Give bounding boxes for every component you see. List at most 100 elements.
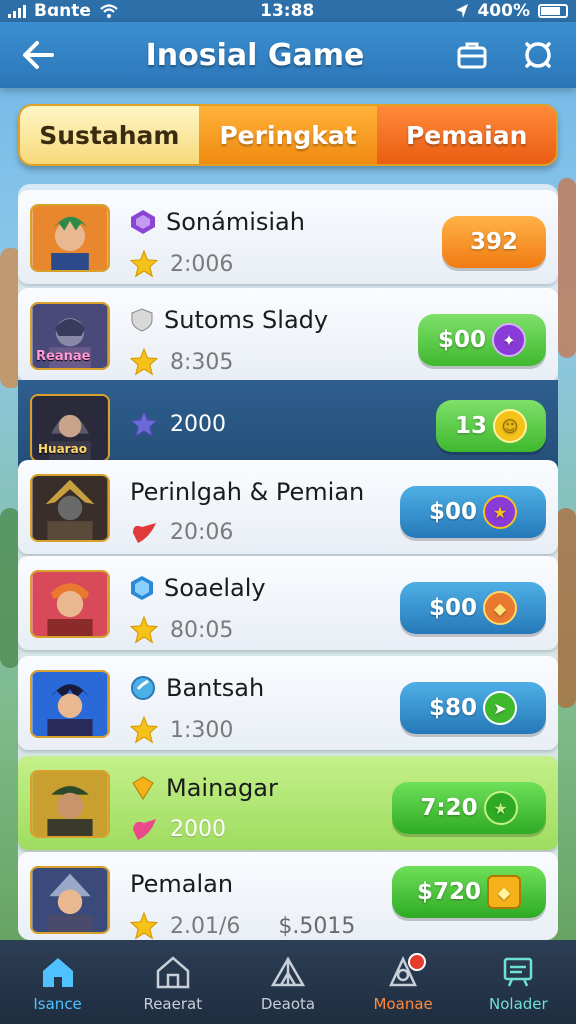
tab-bar: Sustaham Peringkat Pemaian bbox=[18, 104, 558, 166]
nav-deaota[interactable]: Deaota bbox=[233, 955, 343, 1013]
list-item[interactable]: Perinlgah & Pemian 20:06 $00 ★ bbox=[18, 460, 558, 554]
carrier-label: Bɑnte bbox=[34, 1, 91, 21]
avatar bbox=[30, 770, 110, 838]
search-button[interactable] bbox=[518, 35, 558, 75]
star-icon bbox=[130, 250, 158, 278]
reward-button[interactable]: $00 ✦ bbox=[418, 314, 546, 366]
reward-value: $720 bbox=[416, 879, 481, 905]
tab-peringkat[interactable]: Peringkat bbox=[198, 106, 378, 164]
blue-check-icon bbox=[131, 676, 155, 700]
reward-button[interactable]: $720 ◆ bbox=[392, 866, 546, 918]
avatar: Huarao bbox=[30, 394, 110, 462]
location-icon bbox=[456, 4, 469, 18]
avatar bbox=[30, 570, 110, 638]
gold-badge-icon bbox=[132, 776, 154, 800]
list-item[interactable]: Soaelaly 80:05 $00 ◆ bbox=[18, 556, 558, 650]
leaderboard-board-icon bbox=[504, 957, 533, 987]
reward-button[interactable]: 7:20 ★ bbox=[392, 782, 546, 834]
player-score: 2:006 bbox=[170, 251, 234, 277]
player-name: Bantsah bbox=[166, 674, 265, 702]
nav-nolader[interactable]: Nolader bbox=[463, 955, 573, 1013]
reward-value: 392 bbox=[469, 229, 518, 255]
list-item[interactable]: Sonámisiah 2:006 392 bbox=[18, 190, 558, 284]
player-extra-value: $.5015 bbox=[278, 913, 356, 939]
tent-icon bbox=[270, 956, 306, 987]
nav-home[interactable]: Isance bbox=[3, 955, 113, 1013]
player-name: Mainagar bbox=[166, 774, 278, 802]
player-name: Perinlgah & Pemian bbox=[130, 478, 365, 506]
signal-icon bbox=[8, 4, 26, 18]
nav-moanae[interactable]: Moanae bbox=[348, 953, 458, 1013]
nav-reaerat[interactable]: Reaerat bbox=[118, 955, 228, 1013]
reward-value: $00 bbox=[428, 499, 477, 525]
tab-sustaham[interactable]: Sustaham bbox=[20, 106, 199, 164]
nav-label: Moanae bbox=[373, 995, 433, 1013]
briefcase-icon bbox=[457, 42, 487, 69]
gold-coin-icon: ☺ bbox=[493, 409, 527, 443]
player-score: 2000 bbox=[170, 411, 226, 437]
player-score: 20:06 bbox=[170, 520, 234, 545]
reward-value: $80 bbox=[428, 695, 477, 721]
home-icon bbox=[42, 958, 73, 987]
player-name: Sutoms Slady bbox=[164, 306, 329, 334]
reward-button[interactable]: 392 bbox=[442, 216, 546, 268]
reward-value: 7:20 bbox=[420, 795, 478, 821]
reward-button[interactable]: $00 ★ bbox=[400, 486, 546, 538]
blue-star-icon bbox=[130, 410, 158, 438]
app-bar: Inosial Game bbox=[0, 22, 576, 88]
player-name: Pemalan bbox=[130, 870, 234, 898]
inventory-button[interactable] bbox=[452, 35, 492, 75]
star-icon bbox=[130, 616, 158, 644]
wifi-icon bbox=[100, 4, 118, 18]
player-name: Sonámisiah bbox=[166, 208, 305, 236]
list-item[interactable]: Mainagar 2000 7:20 ★ bbox=[18, 756, 558, 850]
green-star-coin-icon: ★ bbox=[483, 791, 518, 825]
reward-value: $00 bbox=[437, 327, 486, 353]
avatar-caption: Reanae bbox=[36, 349, 91, 364]
reward-value: $00 bbox=[428, 595, 477, 621]
nav-label: Deaota bbox=[260, 995, 316, 1013]
clock: 13:88 bbox=[260, 1, 315, 21]
bottom-nav: Isance Reaerat Deaota Moanae Nolader bbox=[0, 940, 576, 1024]
nav-label: Nolader bbox=[489, 995, 548, 1013]
avatar bbox=[30, 866, 110, 934]
blue-gem-icon bbox=[131, 576, 153, 600]
player-score: 8:305 bbox=[170, 349, 234, 375]
avatar bbox=[30, 670, 110, 738]
reward-button[interactable]: 13 ☺ bbox=[436, 400, 546, 452]
reward-button[interactable]: $80 ➤ bbox=[400, 682, 546, 734]
back-button[interactable] bbox=[18, 35, 58, 75]
tab-pemaian[interactable]: Pemaian bbox=[377, 106, 556, 164]
battery-percent: 400% bbox=[477, 1, 530, 21]
leaderboard-list: Sonámisiah 2:006 392 Reanae Sutoms Slady… bbox=[18, 184, 558, 940]
purple-gem-icon bbox=[131, 210, 155, 234]
nav-label: Reaerat bbox=[143, 995, 203, 1013]
player-name: Soaelaly bbox=[164, 574, 266, 602]
avatar-caption: Huarao bbox=[38, 442, 87, 456]
player-score: 2.01/6 bbox=[170, 913, 241, 939]
star-icon bbox=[130, 716, 158, 744]
player-score: 2000 bbox=[170, 816, 226, 842]
shield-icon bbox=[131, 308, 153, 332]
list-item[interactable]: Bantsah 1:300 $80 ➤ bbox=[18, 656, 558, 750]
player-score: 80:05 bbox=[170, 617, 234, 643]
green-coin-icon: ➤ bbox=[483, 691, 517, 725]
nav-label: Isance bbox=[33, 995, 82, 1013]
list-item[interactable]: Reanae Sutoms Slady 8:305 $00 ✦ bbox=[18, 288, 558, 382]
notification-badge bbox=[408, 953, 427, 971]
orange-coin-icon: ◆ bbox=[483, 591, 517, 625]
reward-value: 13 bbox=[454, 413, 487, 439]
avatar bbox=[30, 204, 110, 272]
star-icon bbox=[130, 912, 158, 940]
back-arrow-icon bbox=[23, 41, 54, 69]
reward-button[interactable]: $00 ◆ bbox=[400, 582, 546, 634]
house-outline-icon bbox=[156, 956, 190, 989]
avatar: Reanae bbox=[30, 302, 110, 370]
pink-leaf-icon bbox=[133, 819, 156, 840]
player-score: 1:300 bbox=[170, 717, 234, 743]
star-icon bbox=[130, 348, 158, 376]
page-title: Inosial Game bbox=[145, 37, 365, 73]
list-item[interactable]: Pemalan 2.01/6 $.5015 $720 ◆ bbox=[18, 852, 558, 940]
status-bar: Bɑnte 13:88 400% bbox=[0, 0, 576, 22]
gold-nugget-icon: ◆ bbox=[487, 875, 521, 909]
